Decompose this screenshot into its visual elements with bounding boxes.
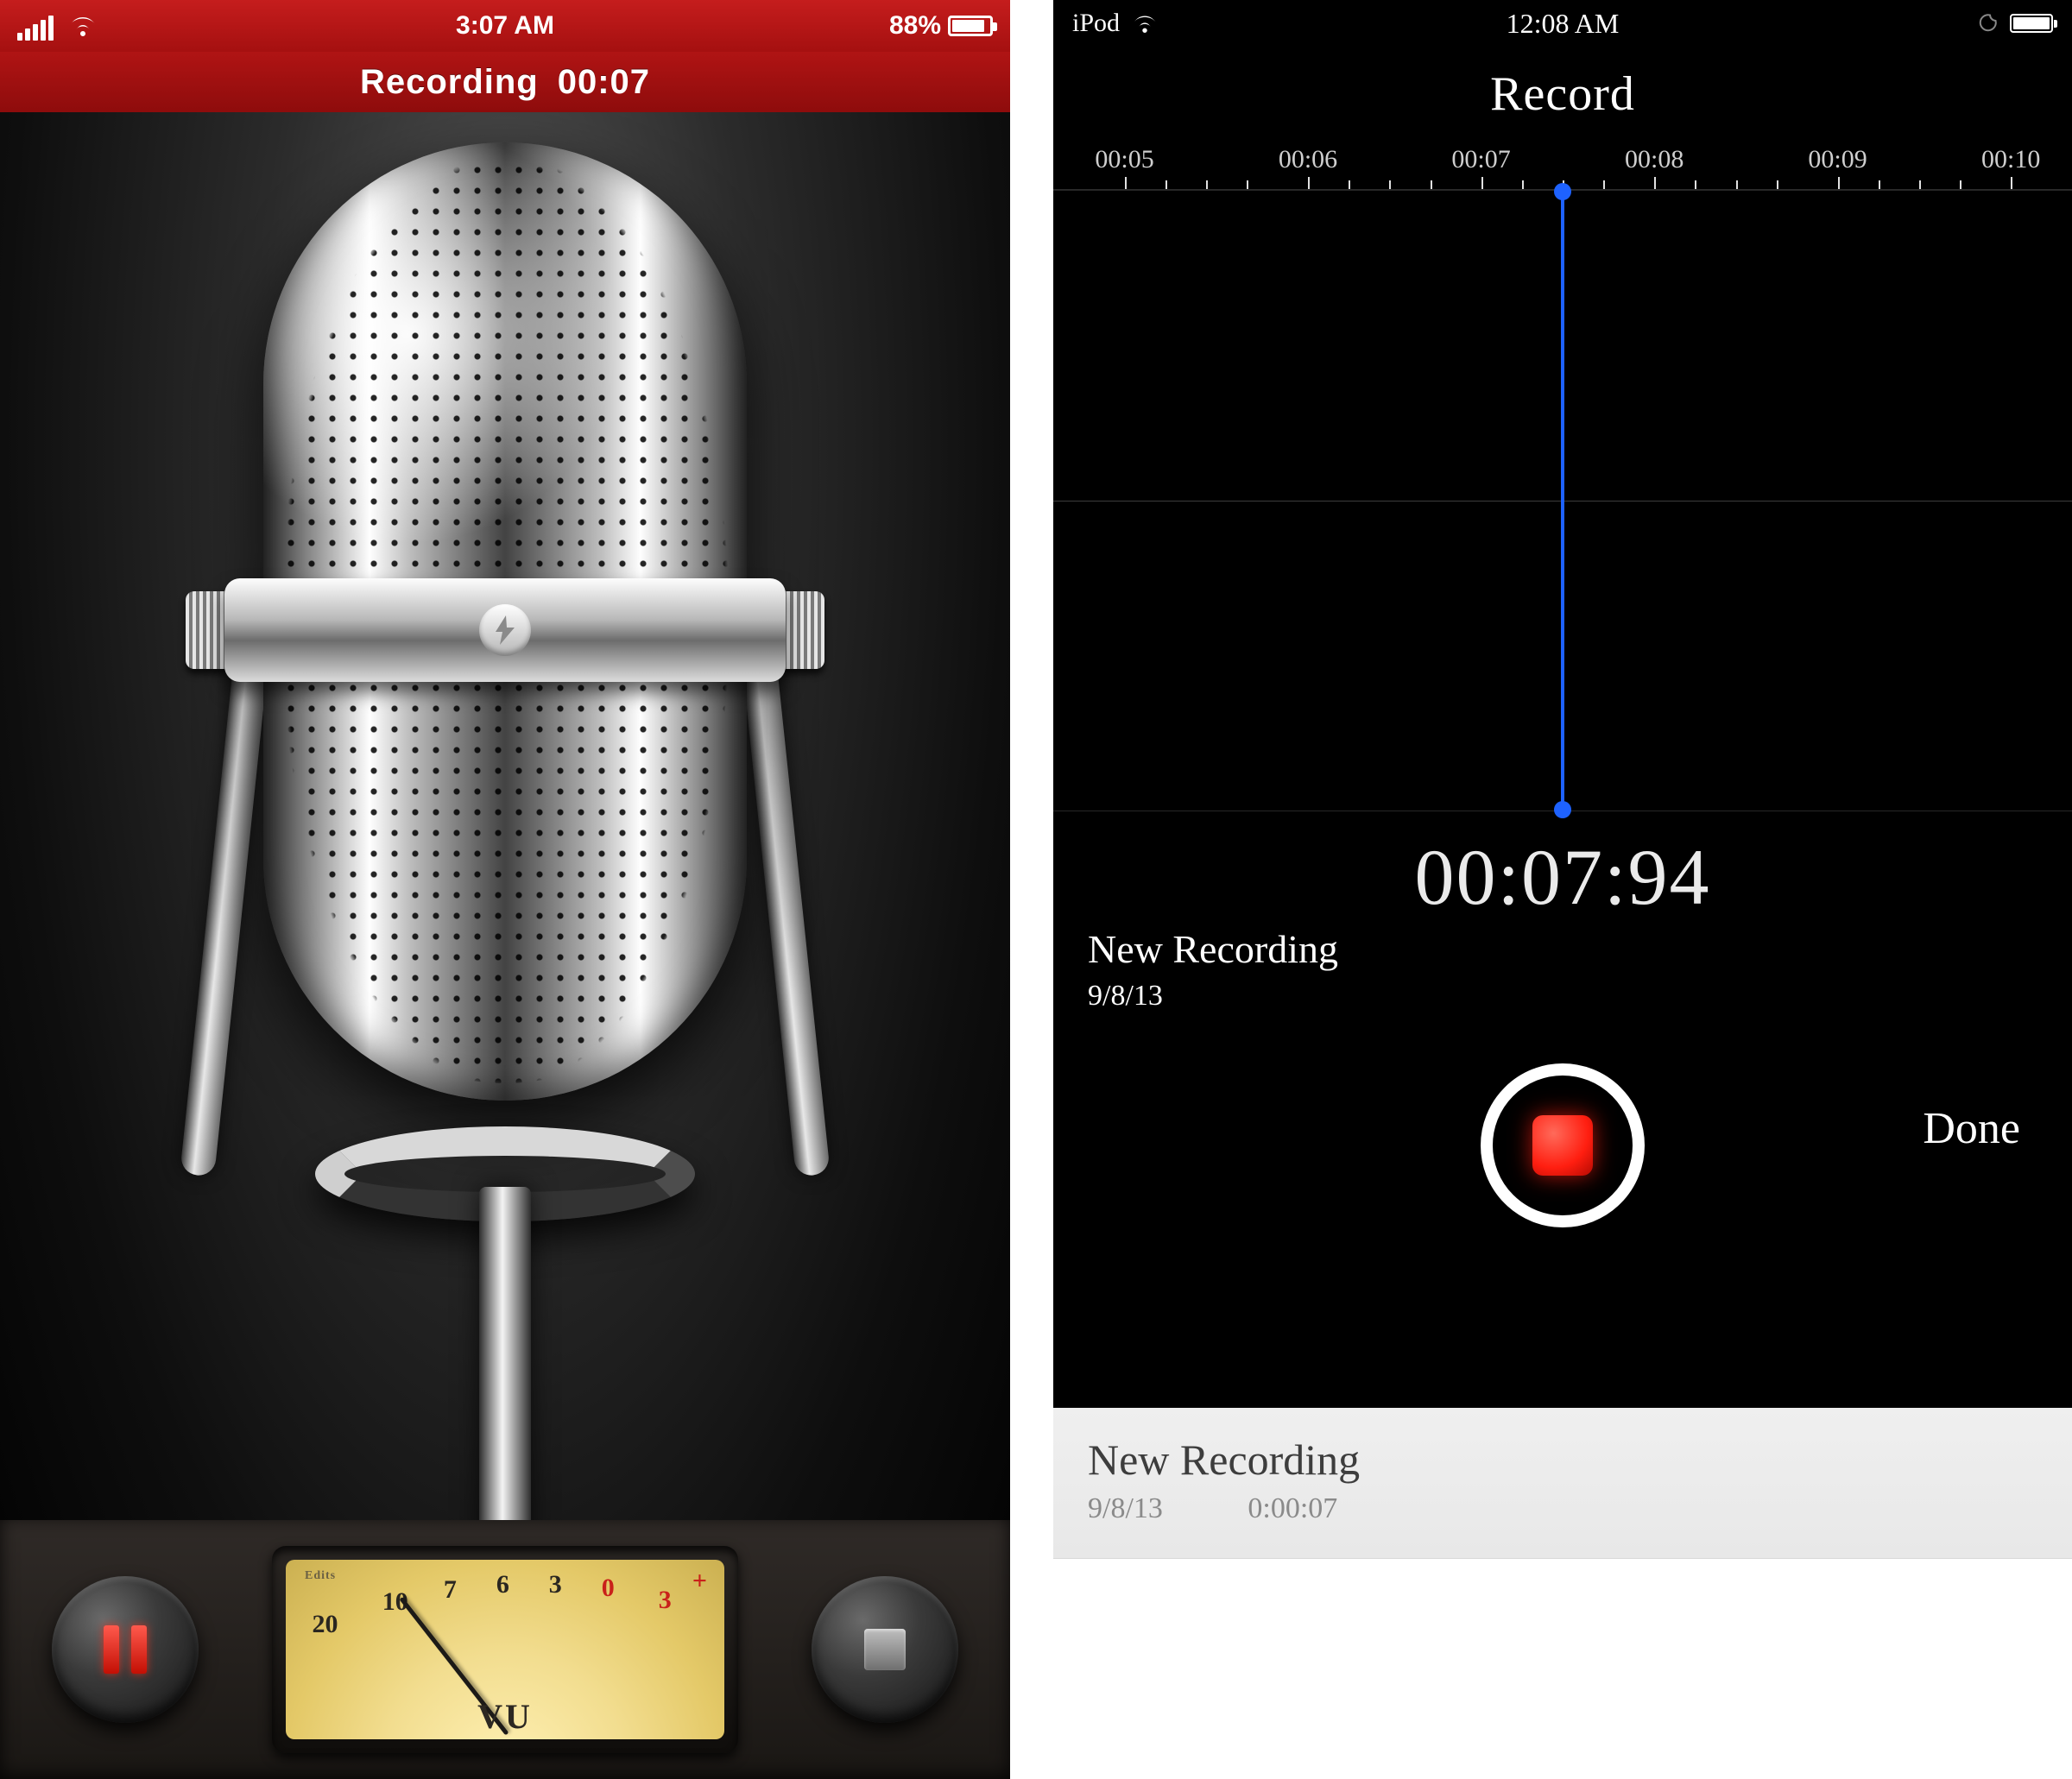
ios7-voice-memos-screen: iPod 12:08 AM Record 00:05 00:06 00:07 0… xyxy=(1053,0,2072,1779)
list-item-name: New Recording xyxy=(1088,1434,2037,1486)
pause-icon xyxy=(104,1625,147,1674)
recordings-list: New Recording 9/8/13 0:00:07 xyxy=(1053,1408,2072,1779)
status-time: 3:07 AM xyxy=(456,11,554,41)
waveform-area[interactable] xyxy=(1053,190,2072,811)
signal-bars-icon xyxy=(17,11,56,41)
recording-label: Recording xyxy=(360,63,539,102)
page-title: Record xyxy=(1053,47,2072,142)
battery-icon xyxy=(948,16,993,36)
status-time: 12:08 AM xyxy=(1507,9,1620,37)
record-stop-button[interactable] xyxy=(1481,1063,1645,1227)
list-item-date: 9/8/13 xyxy=(1088,1492,1163,1524)
wifi-icon xyxy=(68,15,98,37)
lightning-icon xyxy=(479,604,531,656)
status-bar: 3:07 AM 88% xyxy=(0,0,1010,52)
timeline-tick-label: 00:10 xyxy=(1981,147,2040,173)
battery-icon xyxy=(2010,14,2053,33)
bottom-control-panel: Edits + 20 10 7 6 3 0 3 VU xyxy=(0,1520,1010,1779)
current-recording-meta: New Recording 9/8/13 xyxy=(1053,917,2072,1020)
do-not-disturb-icon xyxy=(1977,13,1998,34)
battery-percent: 88% xyxy=(889,11,941,41)
status-bar: iPod 12:08 AM xyxy=(1053,0,2072,47)
timeline-tick-label: 00:08 xyxy=(1625,147,1684,173)
stop-icon xyxy=(864,1629,906,1670)
recording-elapsed: 00:07 xyxy=(558,63,650,102)
ios6-voice-memos-screen: 3:07 AM 88% Recording 00:07 xyxy=(0,0,1010,1779)
device-label: iPod xyxy=(1072,10,1120,36)
microphone-graphic xyxy=(203,142,807,1524)
current-recording-date: 9/8/13 xyxy=(1088,973,2037,1019)
list-item-duration: 0:00:07 xyxy=(1248,1492,1337,1524)
timeline-tick-label: 00:05 xyxy=(1095,147,1153,173)
wifi-icon xyxy=(1132,13,1158,34)
record-controls: Done xyxy=(1053,1055,2072,1279)
pause-button[interactable] xyxy=(52,1576,199,1723)
vu-label: VU xyxy=(477,1700,533,1734)
current-recording-name: New Recording xyxy=(1088,925,2037,973)
stop-button[interactable] xyxy=(812,1576,958,1723)
elapsed-time: 00:07:94 xyxy=(1053,837,2072,917)
done-button[interactable]: Done xyxy=(1923,1107,2020,1151)
recording-header: Recording 00:07 xyxy=(0,52,1010,112)
stop-icon xyxy=(1532,1115,1593,1176)
playhead-indicator[interactable] xyxy=(1561,190,1564,811)
timeline-tick-label: 00:09 xyxy=(1808,147,1867,173)
timeline-tick-label: 00:07 xyxy=(1451,147,1510,173)
timeline-tick-label: 00:06 xyxy=(1279,147,1337,173)
vu-meter: Edits + 20 10 7 6 3 0 3 VU xyxy=(272,1546,738,1753)
list-item[interactable]: New Recording 9/8/13 0:00:07 xyxy=(1053,1408,2072,1559)
